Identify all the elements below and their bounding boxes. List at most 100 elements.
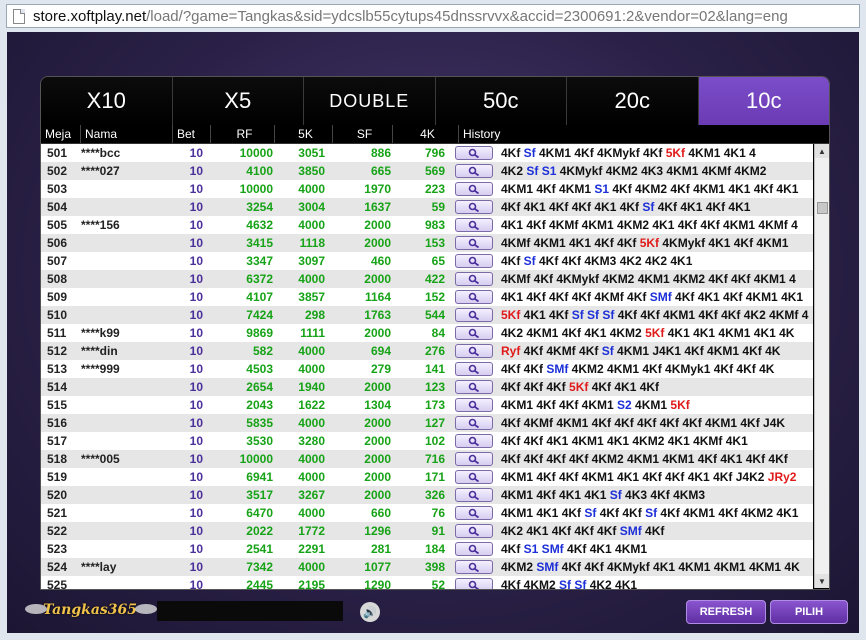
history-button-cell	[445, 362, 495, 376]
history-search-button[interactable]	[455, 254, 493, 268]
tab-10c[interactable]: 10c	[698, 77, 829, 125]
table-row[interactable]: 525 10 2445 2195 1290 52 4Kf 4KM2 Sf Sf 4K2 4K…	[41, 576, 813, 589]
rf-cell: 3517	[246, 488, 273, 502]
history-search-button[interactable]	[455, 218, 493, 232]
table-row[interactable]: 516 10 5835 4000 2000 127 4Kf 4KMf 4KM1 4Kf 4K…	[41, 414, 813, 432]
table-row[interactable]: 512 ****din 10 582 4000 694 276 Ryf 4Kf 4KMf 4K…	[41, 342, 813, 360]
history-search-button[interactable]	[455, 470, 493, 484]
4k-cell: 91	[431, 524, 445, 538]
history-search-button[interactable]	[455, 164, 493, 178]
history-cell: 4KMf 4Kf 4KMykf 4KM2 4KM1 4KM2 4Kf 4Kf 4…	[495, 272, 809, 286]
scroll-thumb[interactable]	[817, 202, 828, 214]
table-row[interactable]: 508 10 6372 4000 2000 422 4KMf 4Kf 4KMykf 4KM2…	[41, 270, 813, 288]
refresh-button[interactable]: REFRESH	[686, 600, 766, 624]
history-button-cell	[445, 578, 495, 589]
history-cell: 4KM1 4K1 4Kf Sf 4Kf 4Kf Sf 4Kf 4KM1 4Kf …	[495, 506, 809, 520]
history-search-button[interactable]	[455, 272, 493, 286]
history-segment: Sf	[642, 200, 655, 214]
tab-x5[interactable]: X5	[172, 77, 304, 125]
history-button-cell	[445, 524, 495, 538]
table-row[interactable]: 509 10 4107 3857 1164 152 4K1 4Kf 4Kf 4Kf 4KMf…	[41, 288, 813, 306]
sound-icon[interactable]: 🔊	[360, 602, 380, 622]
history-search-button[interactable]	[455, 488, 493, 502]
history-segment: 5Kf	[670, 398, 690, 412]
table-row[interactable]: 523 10 2541 2291 281 184 4Kf S1 SMf 4Kf 4K1 4K…	[41, 540, 813, 558]
history-segment: SMf	[619, 524, 642, 538]
tab-20c[interactable]: 20c	[567, 77, 699, 125]
history-search-button[interactable]	[455, 524, 493, 538]
history-segment: SMf	[546, 362, 569, 376]
history-segment: S2	[617, 398, 632, 412]
table-scrollbar[interactable]: ▲ ▼	[814, 144, 829, 588]
meja-cell: 506	[47, 236, 68, 250]
table-row[interactable]: 517 10 3530 3280 2000 102 4Kf 4Kf 4K1 4KM1 4K1…	[41, 432, 813, 450]
scroll-down-icon[interactable]: ▼	[815, 574, 829, 588]
table-row[interactable]: 505 ****156 10 4632 4000 2000 983 4K1 4Kf 4KMf …	[41, 216, 813, 234]
history-search-button[interactable]	[455, 236, 493, 250]
history-search-button[interactable]	[455, 308, 493, 322]
history-search-button[interactable]	[455, 362, 493, 376]
table-row[interactable]: 520 10 3517 3267 2000 326 4KM1 4Kf 4K1 4K1 Sf …	[41, 486, 813, 504]
meja-cell: 515	[47, 398, 68, 412]
history-segment: 4Kf	[641, 524, 665, 538]
history-search-button[interactable]	[455, 578, 493, 589]
history-search-button[interactable]	[455, 344, 493, 358]
table-row[interactable]: 521 10 6470 4000 660 76 4KM1 4K1 4Kf Sf 4Kf 4K…	[41, 504, 813, 522]
meja-cell: 525	[47, 578, 68, 589]
table-row[interactable]: 524 ****lay 10 7342 4000 1077 398 4KM2 SMf 4Kf …	[41, 558, 813, 576]
table-row[interactable]: 506 10 3415 1118 2000 153 4KMf 4KM1 4K1 4Kf 4K…	[41, 234, 813, 252]
table-row[interactable]: 503 10 10000 4000 1970 223 4KM1 4Kf 4KM1 S1 4K…	[41, 180, 813, 198]
table-row[interactable]: 522 10 2022 1772 1296 91 4K2 4K1 4Kf 4Kf 4Kf S…	[41, 522, 813, 540]
tab-50c[interactable]: 50c	[435, 77, 567, 125]
5k-cell: 1772	[298, 524, 325, 538]
table-row[interactable]: 502 ****027 10 4100 3850 665 569 4K2 Sf S1 4KMy…	[41, 162, 813, 180]
meja-cell: 510	[47, 308, 68, 322]
history-segment: 4Kf 4K1 4Kf 4KM1 4K1	[671, 290, 804, 304]
history-search-button[interactable]	[455, 506, 493, 520]
history-search-button[interactable]	[455, 182, 493, 196]
history-search-button[interactable]	[455, 434, 493, 448]
table-row[interactable]: 507 10 3347 3097 460 65 4Kf Sf 4Kf 4Kf 4KM3 4K…	[41, 252, 813, 270]
table-row[interactable]: 504 10 3254 3004 1637 59 4Kf 4K1 4Kf 4Kf 4K1 4…	[41, 198, 813, 216]
4k-cell: 398	[424, 560, 445, 574]
history-search-button[interactable]	[455, 290, 493, 304]
history-search-button[interactable]	[455, 452, 493, 466]
table-row[interactable]: 501 ****bcc 10 10000 3051 886 796 4Kf Sf 4KM1 4…	[41, 144, 813, 162]
rf-cell: 7342	[246, 560, 273, 574]
history-search-button[interactable]	[455, 380, 493, 394]
history-search-button[interactable]	[455, 200, 493, 214]
5k-cell: 3857	[298, 290, 325, 304]
history-search-button[interactable]	[455, 416, 493, 430]
table-row[interactable]: 518 ****005 10 10000 4000 2000 716 4Kf 4Kf 4Kf …	[41, 450, 813, 468]
scroll-up-icon[interactable]: ▲	[815, 144, 829, 158]
tab-x10[interactable]: X10	[41, 77, 173, 125]
history-segment: 4Kf 4K1 4Kf 4Kf 4K1 4Kf	[501, 200, 643, 214]
bet-cell: 10	[189, 560, 203, 574]
4k-cell: 569	[424, 164, 445, 178]
table-row[interactable]: 513 ****999 10 4503 4000 279 141 4Kf 4Kf SMf 4K…	[41, 360, 813, 378]
nama-cell: ****027	[81, 164, 120, 178]
history-search-button[interactable]	[455, 560, 493, 574]
table-row[interactable]: 510 10 7424 298 1763 544 5Kf 4K1 4Kf Sf Sf Sf …	[41, 306, 813, 324]
rf-cell: 3415	[246, 236, 273, 250]
address-bar[interactable]: store.xoftplay.net/load/?game=Tangkas&si…	[6, 4, 860, 28]
history-segment: 4Kf 4Kf 4KM1 4Kf 4Kf 4K2 4KMf 4	[614, 308, 809, 322]
history-search-button[interactable]	[455, 326, 493, 340]
table-row[interactable]: 514 10 2654 1940 2000 123 4Kf 4Kf 4Kf 5Kf 4Kf …	[41, 378, 813, 396]
table-row[interactable]: 515 10 2043 1622 1304 173 4KM1 4Kf 4Kf 4KM1 S2…	[41, 396, 813, 414]
pilih-button[interactable]: PILIH	[770, 600, 848, 624]
table-row[interactable]: 511 ****k99 10 9869 1111 2000 84 4K2 4KM1 4Kf 4…	[41, 324, 813, 342]
url-host: store.xoftplay.net	[33, 7, 147, 25]
meja-cell: 521	[47, 506, 68, 520]
rf-cell: 7424	[246, 308, 273, 322]
history-search-button[interactable]	[455, 542, 493, 556]
table-row[interactable]: 519 10 6941 4000 2000 171 4KM1 4Kf 4Kf 4KM1 4K…	[41, 468, 813, 486]
history-segment: 4Kf 4K1 4KM1	[563, 542, 648, 556]
history-search-button[interactable]	[455, 398, 493, 412]
history-button-cell	[445, 506, 495, 520]
tab-double[interactable]: DOUBLE	[304, 77, 436, 125]
bet-cell: 10	[189, 182, 203, 196]
bet-cell: 10	[189, 506, 203, 520]
5k-cell: 4000	[298, 416, 325, 430]
history-search-button[interactable]	[455, 146, 493, 160]
